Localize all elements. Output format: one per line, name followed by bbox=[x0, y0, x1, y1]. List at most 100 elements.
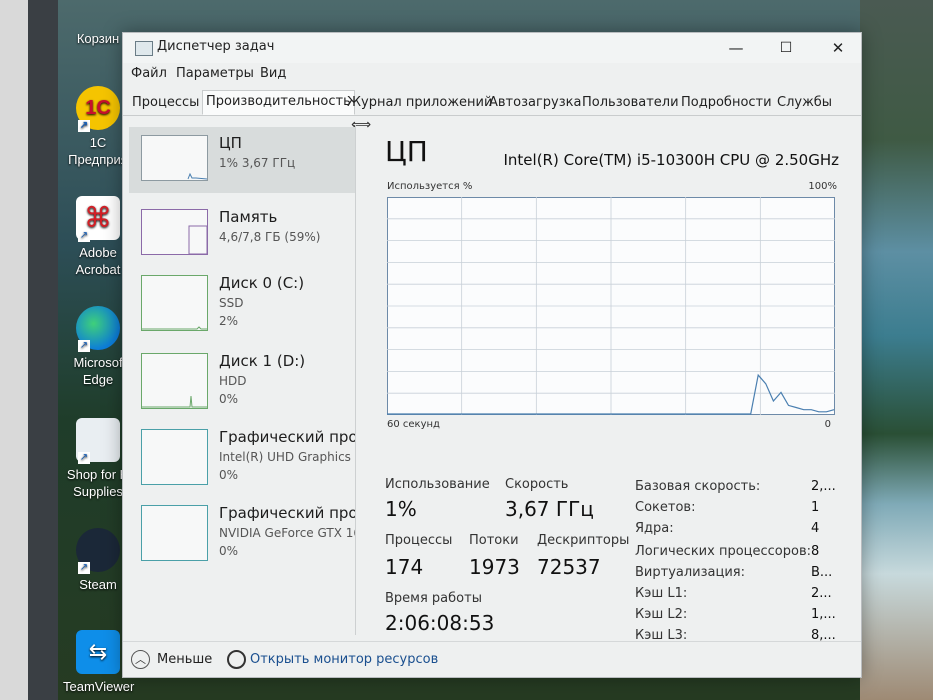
tab-processes[interactable]: Процессы bbox=[129, 92, 202, 113]
uptime-value: 2:06:08:53 bbox=[385, 611, 495, 635]
threads-label: Потоки bbox=[469, 533, 519, 548]
sidebar-item-subtitle: 1% 3,67 ГГц bbox=[219, 156, 296, 170]
gpu0-thumbnail-graph bbox=[141, 429, 208, 485]
tab-details[interactable]: Подробности bbox=[678, 92, 775, 113]
task-manager-app-icon bbox=[135, 41, 153, 56]
open-resource-monitor-link[interactable]: Открыть монитор ресурсов bbox=[250, 652, 438, 667]
fewer-details-button[interactable]: Меньше bbox=[157, 652, 212, 667]
memory-thumbnail-graph bbox=[141, 209, 208, 255]
1c-icon: 1С ↗ bbox=[76, 86, 120, 132]
speed-label: Скорость bbox=[505, 477, 569, 492]
spec-logical-label: Логических процессоров: bbox=[635, 544, 812, 559]
sidebar-item-memory[interactable]: Память 4,6/7,8 ГБ (59%) bbox=[129, 201, 355, 267]
sidebar-item-subtitle: Intel(R) UHD Graphics bbox=[219, 450, 351, 464]
tab-users[interactable]: Пользователи bbox=[579, 92, 682, 113]
sidebar-item-disk1[interactable]: Диск 1 (D:) HDD 0% bbox=[129, 345, 355, 421]
desktop-left-edge bbox=[0, 0, 58, 700]
sidebar-item-title: Графический про bbox=[219, 504, 355, 522]
spec-virtualization-value: В... bbox=[811, 565, 833, 580]
sidebar-item-subtitle: 4,6/7,8 ГБ (59%) bbox=[219, 230, 321, 244]
footer-bar: ︿ Меньше Открыть монитор ресурсов bbox=[123, 641, 861, 678]
sidebar-item-title: ЦП bbox=[219, 134, 242, 152]
cpu-thumbnail-graph bbox=[141, 135, 208, 181]
menu-view[interactable]: Вид bbox=[260, 66, 286, 81]
cpu-heading: ЦП bbox=[385, 135, 428, 168]
tab-services[interactable]: Службы bbox=[774, 92, 835, 113]
handles-value: 72537 bbox=[537, 555, 601, 579]
sidebar-item-gpu0[interactable]: Графический про Intel(R) UHD Graphics 0% bbox=[129, 421, 355, 497]
chevron-up-icon[interactable]: ︿ bbox=[131, 650, 150, 669]
title-bar[interactable]: Диспетчер задач — ☐ ✕ bbox=[123, 33, 861, 63]
minimize-button[interactable]: — bbox=[711, 33, 761, 63]
spec-logical-value: 8 bbox=[811, 544, 820, 559]
graph-label-usage: Используется % bbox=[387, 181, 473, 192]
uptime-label: Время работы bbox=[385, 591, 482, 606]
sidebar-item-percent: 2% bbox=[219, 314, 239, 328]
tab-bar: Процессы Производительность Журнал прило… bbox=[123, 89, 861, 116]
acrobat-icon: ⌘ ↗ bbox=[76, 196, 120, 242]
maximize-button[interactable]: ☐ bbox=[761, 33, 811, 63]
disk0-thumbnail-graph bbox=[141, 275, 208, 331]
desktop-icon-label: Microsof Edge bbox=[73, 355, 123, 387]
usage-value: 1% bbox=[385, 497, 417, 521]
cpu-model-name: Intel(R) Core(TM) i5-10300H CPU @ 2.50GH… bbox=[503, 151, 840, 169]
usage-label: Использование bbox=[385, 477, 490, 492]
cpu-usage-graph bbox=[387, 197, 835, 415]
spec-cores-label: Ядра: bbox=[635, 521, 674, 536]
performance-sidebar: ЦП 1% 3,67 ГГц Память 4,6/7,8 ГБ (59%) Д… bbox=[129, 125, 355, 635]
sidebar-item-subtitle: HDD bbox=[219, 374, 247, 388]
disk1-thumbnail-graph bbox=[141, 353, 208, 409]
desktop-icon-label: 1C Предприя bbox=[68, 135, 128, 167]
tab-startup[interactable]: Автозагрузка bbox=[486, 92, 584, 113]
processes-value: 174 bbox=[385, 555, 424, 579]
spec-sockets-value: 1 bbox=[811, 500, 820, 515]
desktop-icon-label: Adobe Acrobat bbox=[75, 245, 121, 277]
teamviewer-icon: ⇆ bbox=[76, 630, 120, 674]
sidebar-item-title: Память bbox=[219, 208, 278, 226]
steam-icon: ↗ bbox=[76, 528, 120, 574]
menu-file[interactable]: Файл bbox=[131, 66, 167, 81]
cpu-detail-panel: ЦП Intel(R) Core(TM) i5-10300H CPU @ 2.5… bbox=[373, 125, 851, 643]
desktop-icon-label: Shop for H Supplies bbox=[66, 467, 129, 499]
printer-icon: ↗ bbox=[76, 418, 120, 464]
sidebar-item-subtitle: SSD bbox=[219, 296, 244, 310]
threads-value: 1973 bbox=[469, 555, 520, 579]
sidebar-item-title: Диск 0 (C:) bbox=[219, 274, 305, 292]
spec-l2-value: 1,... bbox=[811, 607, 836, 622]
sidebar-item-gpu1[interactable]: Графический про NVIDIA GeForce GTX 16 0% bbox=[129, 497, 355, 573]
sidebar-item-cpu[interactable]: ЦП 1% 3,67 ГГц bbox=[129, 127, 355, 193]
spec-cores-value: 4 bbox=[811, 521, 820, 536]
desktop-wallpaper-right bbox=[860, 0, 933, 700]
sidebar-item-percent: 0% bbox=[219, 468, 239, 482]
spec-l1-label: Кэш L1: bbox=[635, 586, 688, 601]
desktop-icon-label: Корзин bbox=[76, 31, 120, 46]
sidebar-item-disk0[interactable]: Диск 0 (C:) SSD 2% bbox=[129, 267, 355, 343]
recycle-bin-icon bbox=[76, 0, 120, 26]
sidebar-item-title: Графический про bbox=[219, 428, 355, 446]
speed-value: 3,67 ГГц bbox=[505, 497, 594, 521]
sidebar-divider bbox=[355, 125, 356, 635]
sidebar-item-title: Диск 1 (D:) bbox=[219, 352, 306, 370]
processes-label: Процессы bbox=[385, 533, 453, 548]
window-title: Диспетчер задач bbox=[157, 39, 275, 54]
sidebar-item-percent: 0% bbox=[219, 392, 239, 406]
desktop-icon-label: TeamViewer bbox=[63, 679, 135, 694]
menu-options[interactable]: Параметры bbox=[176, 66, 254, 81]
resource-monitor-icon bbox=[227, 650, 246, 669]
edge-icon: ↗ bbox=[76, 306, 120, 352]
spec-l1-value: 2... bbox=[811, 586, 832, 601]
close-button[interactable]: ✕ bbox=[813, 33, 863, 63]
tab-performance[interactable]: Производительность bbox=[202, 90, 355, 115]
graph-label-max: 100% bbox=[808, 181, 837, 192]
graph-label-zero: 0 bbox=[824, 419, 831, 430]
desktop-icon-label: Steam bbox=[79, 577, 117, 592]
spec-l2-label: Кэш L2: bbox=[635, 607, 688, 622]
sidebar-item-subtitle: NVIDIA GeForce GTX 16 bbox=[219, 526, 355, 540]
spec-virtualization-label: Виртуализация: bbox=[635, 565, 745, 580]
sidebar-item-percent: 0% bbox=[219, 544, 239, 558]
spec-base-speed-value: 2,... bbox=[811, 479, 836, 494]
spec-sockets-label: Сокетов: bbox=[635, 500, 696, 515]
task-manager-window: Диспетчер задач — ☐ ✕ Файл Параметры Вид… bbox=[122, 32, 862, 678]
tab-app-history[interactable]: Журнал приложений bbox=[344, 92, 495, 113]
handles-label: Дескрипторы bbox=[537, 533, 630, 548]
